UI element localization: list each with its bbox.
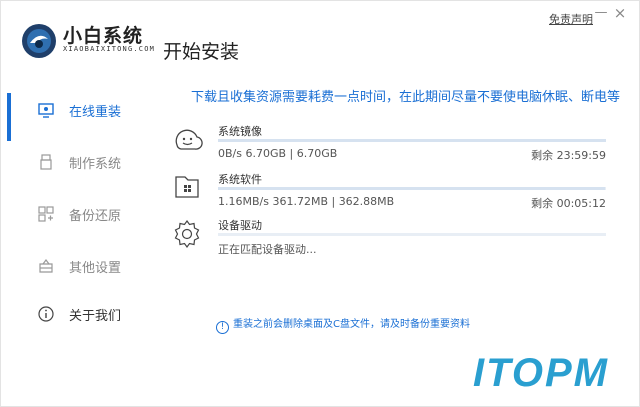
active-indicator (7, 93, 11, 141)
gear-icon (174, 219, 200, 249)
task-system-software: 系统软件 1.16MB/s 361.72MB | 362.88MB 剩余 00:… (171, 171, 611, 217)
warning-tip: ! 重装之前会删除桌面及C盘文件，请及时备份重要资料 (216, 315, 470, 334)
disclaimer-link[interactable]: 免责声明 (549, 11, 593, 27)
sidebar-item-backup-restore[interactable]: 备份还原 (1, 201, 141, 227)
info-icon (38, 306, 54, 322)
monitor-icon (38, 103, 54, 118)
task-stats: 0B/s 6.70GB | 6.70GB (218, 147, 338, 160)
progress-fill (218, 187, 605, 190)
sidebar-item-make-system[interactable]: 制作系统 (1, 149, 141, 175)
software-folder-icon (175, 176, 199, 198)
download-notice: 下载且收集资源需要耗费一点时间，在此期间尽量不要使电脑休眠、断电等 (191, 90, 621, 105)
sidebar-item-label: 制作系统 (69, 157, 122, 172)
brand-name: 小白系统 (63, 25, 144, 47)
installer-window: 小白系统 XIAOBAIXITONG.COM 开始安装 免责声明 — × 在线重… (0, 0, 640, 407)
brand-url: XIAOBAIXITONG.COM (63, 45, 156, 53)
sidebar-item-online-reinstall[interactable]: 在线重装 (1, 93, 141, 141)
smiley-cloud-icon (175, 129, 203, 150)
sidebar-item-label: 在线重装 (69, 105, 122, 120)
task-stats: 正在匹配设备驱动... (218, 243, 317, 256)
task-remaining: 剩余 00:05:12 (531, 197, 606, 210)
task-name: 系统镜像 (218, 125, 262, 138)
settings-box-icon (39, 259, 53, 273)
close-button[interactable]: × (613, 6, 627, 21)
task-device-driver: 设备驱动 正在匹配设备驱动... (171, 217, 611, 263)
sidebar-item-label: 其他设置 (69, 261, 122, 276)
progress-track (218, 139, 606, 142)
task-name: 设备驱动 (218, 219, 262, 232)
app-logo-icon (22, 24, 56, 58)
tip-text: 重装之前会删除桌面及C盘文件，请及时备份重要资料 (233, 319, 470, 330)
alert-icon: ! (216, 321, 229, 334)
sidebar-item-about-us[interactable]: 关于我们 (1, 301, 141, 327)
task-system-image: 系统镜像 0B/s 6.70GB | 6.70GB 剩余 23:59:59 (171, 123, 611, 169)
sidebar-item-other-settings[interactable]: 其他设置 (1, 253, 141, 279)
backup-icon (38, 206, 54, 222)
sidebar-item-label: 备份还原 (69, 209, 122, 224)
sidebar-item-label: 关于我们 (69, 309, 122, 324)
page-title: 开始安装 (163, 41, 240, 63)
task-remaining: 剩余 23:59:59 (531, 149, 606, 162)
watermark-logo: ITOPM (473, 351, 609, 395)
task-name: 系统软件 (218, 173, 262, 186)
minimize-button[interactable]: — (594, 6, 608, 20)
usb-icon (40, 154, 52, 170)
progress-fill (218, 139, 606, 142)
progress-track (218, 187, 606, 190)
progress-track (218, 233, 606, 236)
task-stats: 1.16MB/s 361.72MB | 362.88MB (218, 195, 395, 208)
